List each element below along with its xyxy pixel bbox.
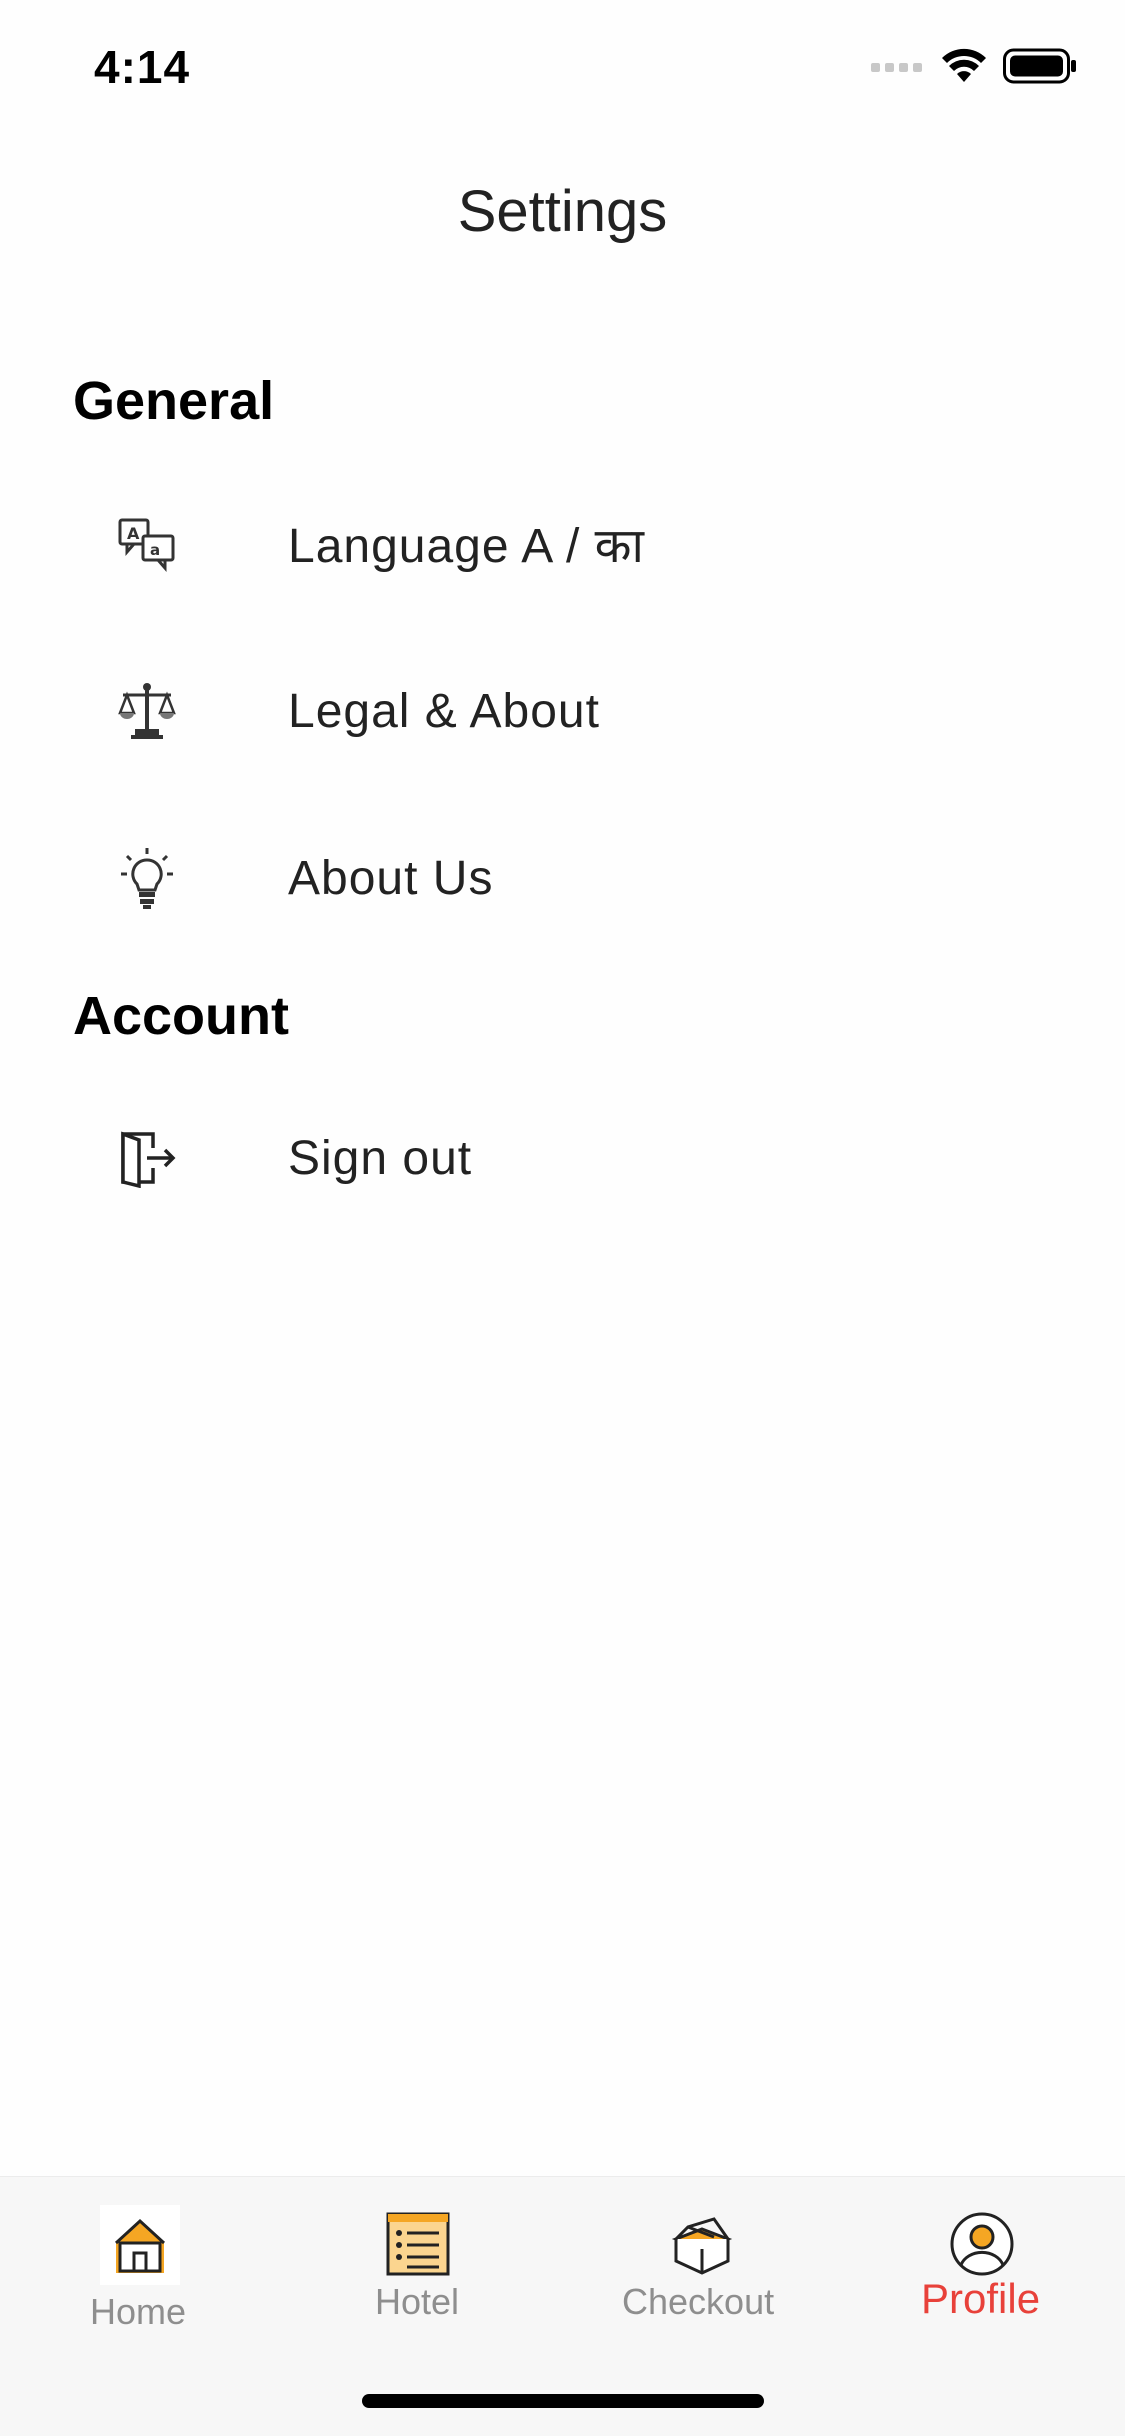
settings-screen: 4:14 Settings General A a Language A / क…	[0, 0, 1125, 2436]
lightbulb-icon	[115, 846, 179, 910]
settings-row-legal-label: Legal & About	[288, 684, 600, 738]
settings-row-sign-out[interactable]: Sign out	[0, 1098, 1125, 1218]
tab-checkout-label: Checkout	[622, 2281, 775, 2322]
wifi-icon	[942, 48, 986, 82]
svg-text:A: A	[127, 524, 140, 543]
scales-icon	[115, 679, 179, 743]
status-time: 4:14	[94, 41, 191, 93]
status-bar: 4:14	[0, 0, 1125, 130]
tab-home[interactable]: Home	[0, 2177, 281, 2377]
box-icon	[670, 2215, 734, 2280]
page-title: Settings	[457, 179, 668, 244]
tab-checkout[interactable]: Checkout	[562, 2177, 843, 2377]
home-indicator[interactable]	[362, 2394, 764, 2408]
svg-text:a: a	[150, 541, 160, 559]
tab-profile[interactable]: Profile	[843, 2177, 1124, 2377]
section-title-general: General	[73, 371, 275, 431]
tab-hotel[interactable]: Hotel	[281, 2177, 562, 2377]
language-translate-icon: A a	[115, 512, 179, 576]
sign-out-icon	[115, 1126, 179, 1190]
home-icon	[100, 2205, 180, 2285]
settings-row-legal[interactable]: Legal & About	[0, 651, 1125, 771]
profile-icon	[949, 2211, 1015, 2282]
settings-row-about-us-label: About Us	[288, 851, 494, 905]
settings-row-language[interactable]: A a Language A / का	[0, 484, 1125, 604]
cellular-signal-icon	[871, 63, 922, 72]
settings-row-about-us[interactable]: About Us	[0, 818, 1125, 938]
section-title-account: Account	[73, 986, 289, 1046]
tab-profile-label: Profile	[921, 2275, 1041, 2322]
list-icon	[385, 2211, 451, 2282]
tab-hotel-label: Hotel	[375, 2281, 460, 2322]
settings-row-sign-out-label: Sign out	[288, 1131, 473, 1185]
tab-home-label: Home	[90, 2291, 187, 2332]
battery-icon	[1003, 48, 1076, 84]
status-icons	[871, 48, 1077, 84]
settings-row-language-label: Language A / का	[288, 519, 645, 573]
